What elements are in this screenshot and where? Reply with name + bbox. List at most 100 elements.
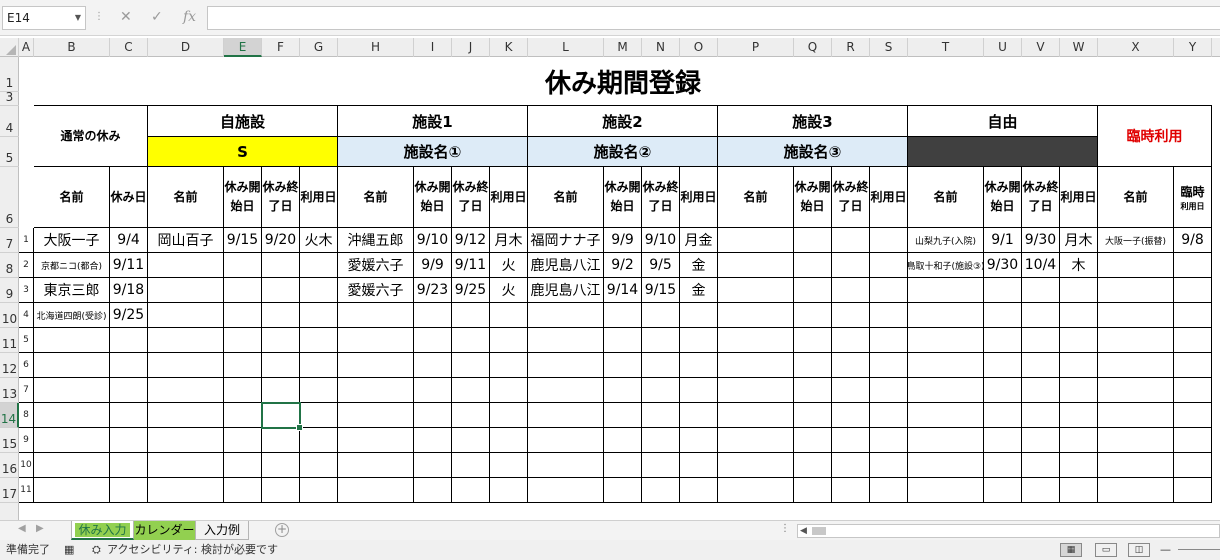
subheader-name[interactable]: 名前	[148, 167, 224, 228]
f2-cell[interactable]	[642, 403, 680, 428]
subheader-use[interactable]: 利用日	[300, 167, 338, 228]
rest-day[interactable]: 9/25	[110, 303, 148, 328]
free-cell[interactable]	[1060, 428, 1098, 453]
scroll-thumb[interactable]	[812, 527, 826, 535]
temporary-date[interactable]	[1174, 253, 1212, 278]
row-header[interactable]: 6	[0, 167, 19, 228]
f3-cell[interactable]	[718, 478, 794, 503]
f1-cell[interactable]	[414, 403, 452, 428]
f2-cell[interactable]: 金	[680, 253, 718, 278]
temporary-date[interactable]	[1174, 403, 1212, 428]
f3-cell[interactable]	[794, 228, 832, 253]
f2-cell[interactable]	[642, 453, 680, 478]
f1-cell[interactable]	[414, 353, 452, 378]
subheader-use[interactable]: 利用日	[490, 167, 528, 228]
temporary-date[interactable]	[1174, 478, 1212, 503]
free-cell[interactable]	[984, 328, 1022, 353]
rest-day[interactable]	[110, 378, 148, 403]
own-cell[interactable]: 岡山百子	[148, 228, 224, 253]
f2-cell[interactable]	[680, 303, 718, 328]
f2-cell[interactable]	[680, 328, 718, 353]
f2-cell[interactable]	[528, 328, 604, 353]
row-number[interactable]: 2	[19, 253, 34, 278]
own-cell[interactable]	[262, 303, 300, 328]
rest-day[interactable]: 9/11	[110, 253, 148, 278]
free-cell[interactable]	[1060, 403, 1098, 428]
row-number[interactable]: 6	[19, 353, 34, 378]
free-cell[interactable]	[984, 478, 1022, 503]
f2-cell[interactable]: 9/9	[604, 228, 642, 253]
temporary-name[interactable]	[1098, 328, 1174, 353]
free-cell[interactable]	[1022, 378, 1060, 403]
subheader-end[interactable]: 休み終了日	[832, 167, 870, 228]
accessibility-icon[interactable]: ⛭	[92, 540, 101, 560]
own-cell[interactable]: 9/20	[262, 228, 300, 253]
column-header[interactable]: D	[148, 38, 224, 57]
f2-cell[interactable]	[528, 353, 604, 378]
rest-day[interactable]	[110, 478, 148, 503]
accessibility-status[interactable]: アクセシビリティ: 検討が必要です	[107, 540, 278, 560]
f2-cell[interactable]	[680, 353, 718, 378]
own-cell[interactable]: 9/15	[224, 228, 262, 253]
f3-cell[interactable]	[870, 353, 908, 378]
f3-cell[interactable]	[794, 353, 832, 378]
f3-cell[interactable]	[832, 228, 870, 253]
f2-cell[interactable]	[642, 353, 680, 378]
rest-day[interactable]	[110, 328, 148, 353]
free-cell[interactable]	[984, 303, 1022, 328]
own-cell[interactable]	[224, 303, 262, 328]
f1-cell[interactable]	[414, 328, 452, 353]
row-number[interactable]: 10	[19, 453, 34, 478]
f1-cell[interactable]: 沖縄五郎	[338, 228, 414, 253]
f3-cell[interactable]	[794, 403, 832, 428]
f3-cell[interactable]	[718, 253, 794, 278]
f3-cell[interactable]	[870, 328, 908, 353]
page-layout-view-icon[interactable]: ▭	[1095, 543, 1117, 557]
free-cell[interactable]	[1060, 453, 1098, 478]
row-number[interactable]: 4	[19, 303, 34, 328]
f1-cell[interactable]	[452, 428, 490, 453]
temporary-name[interactable]	[1098, 453, 1174, 478]
temporary-date[interactable]	[1174, 353, 1212, 378]
person-name[interactable]: 京都ニコ(都合)	[34, 253, 110, 278]
rest-day[interactable]	[110, 453, 148, 478]
f1-cell[interactable]	[338, 353, 414, 378]
subheader-rest-day[interactable]: 休み日	[110, 167, 148, 228]
f2-cell[interactable]	[642, 328, 680, 353]
select-all-corner[interactable]	[0, 38, 19, 57]
normal-view-icon[interactable]: ▦	[1060, 543, 1082, 557]
column-header[interactable]: W	[1060, 38, 1098, 57]
own-cell[interactable]	[148, 403, 224, 428]
row-header[interactable]: 16	[0, 453, 19, 478]
own-cell[interactable]	[148, 328, 224, 353]
column-header[interactable]: S	[870, 38, 908, 57]
person-name[interactable]: 東京三郎	[34, 278, 110, 303]
f2-cell[interactable]: 月金	[680, 228, 718, 253]
f2-cell[interactable]	[604, 478, 642, 503]
f1-cell[interactable]	[490, 478, 528, 503]
f3-cell[interactable]	[832, 453, 870, 478]
column-header[interactable]: I	[414, 38, 452, 57]
row-header[interactable]: 4	[0, 106, 19, 137]
f1-cell[interactable]: 9/10	[414, 228, 452, 253]
tab-calendar[interactable]: カレンダー	[134, 521, 196, 540]
row-header[interactable]: 12	[0, 353, 19, 378]
free-cell[interactable]: 月木	[1060, 228, 1098, 253]
subheader-temporary[interactable]: 臨時 利用日	[1174, 167, 1212, 228]
temporary-name[interactable]	[1098, 478, 1174, 503]
cell-a6[interactable]	[19, 167, 34, 228]
column-header[interactable]: U	[984, 38, 1022, 57]
f1-cell[interactable]: 火	[490, 278, 528, 303]
header-free[interactable]: 自由	[908, 106, 1098, 137]
person-name[interactable]	[34, 378, 110, 403]
f1-cell[interactable]	[338, 428, 414, 453]
f1-cell[interactable]	[338, 453, 414, 478]
own-cell[interactable]	[148, 378, 224, 403]
free-cell[interactable]	[1022, 278, 1060, 303]
f3-cell[interactable]	[832, 278, 870, 303]
chevron-down-icon[interactable]: ▼	[75, 7, 81, 29]
free-cell[interactable]	[908, 303, 984, 328]
f3-cell[interactable]	[794, 278, 832, 303]
row-number[interactable]: 7	[19, 378, 34, 403]
free-cell[interactable]: 山梨九子(入院)	[908, 228, 984, 253]
